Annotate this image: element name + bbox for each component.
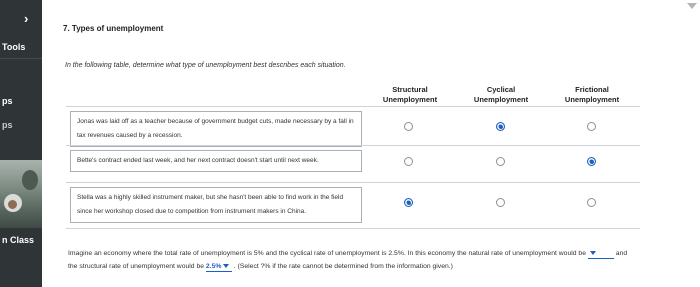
radio-frictional[interactable]	[587, 198, 596, 207]
sidebar-item-tools[interactable]: Tools	[2, 42, 25, 52]
sidebar-item-ps-2[interactable]: ps	[2, 120, 13, 130]
sidebar-item-class[interactable]: n Class	[2, 235, 34, 245]
radio-frictional[interactable]	[587, 122, 596, 131]
chevron-right-icon[interactable]: ›	[24, 12, 34, 26]
radio-cyclical[interactable]	[496, 198, 505, 207]
column-header-cyclical: Cyclical Unemployment	[473, 85, 529, 104]
situation-text: Bette's contract ended last week, and he…	[70, 150, 362, 172]
radio-structural[interactable]	[404, 157, 413, 166]
radio-structural[interactable]	[404, 122, 413, 131]
column-header-structural: Structural Unemployment	[382, 85, 438, 104]
follow-up-question: Imagine an economy where the total rate …	[68, 249, 628, 272]
radio-frictional[interactable]	[587, 157, 596, 166]
class-thumbnail-image[interactable]	[0, 160, 42, 228]
table-row: Bette's contract ended last week, and he…	[66, 145, 640, 182]
situation-text: Jonas was laid off as a teacher because …	[70, 111, 362, 147]
question-instruction: In the following table, determine what t…	[65, 62, 346, 69]
dropdown-caret-icon	[223, 264, 230, 269]
structural-rate-select[interactable]: 2.5%	[205, 262, 232, 272]
sidebar-item-ps-1[interactable]: ps	[2, 96, 13, 106]
radio-structural[interactable]	[404, 198, 413, 207]
radio-cyclical[interactable]	[496, 157, 505, 166]
natural-rate-select[interactable]	[587, 249, 614, 259]
radio-cyclical[interactable]	[496, 122, 505, 131]
dropdown-caret-icon	[589, 251, 596, 256]
collapse-arrow-icon[interactable]	[687, 3, 697, 9]
table-row: Jonas was laid off as a teacher because …	[66, 106, 640, 147]
column-header-frictional: Frictional Unemployment	[564, 85, 620, 104]
sidebar-divider	[0, 58, 42, 59]
left-sidebar: › Tools ps ps n Class	[0, 0, 42, 287]
table-row: Stella was a highly skilled instrument m…	[66, 182, 640, 229]
question-title: 7. Types of unemployment	[63, 24, 164, 33]
situation-text: Stella was a highly skilled instrument m…	[70, 187, 362, 223]
